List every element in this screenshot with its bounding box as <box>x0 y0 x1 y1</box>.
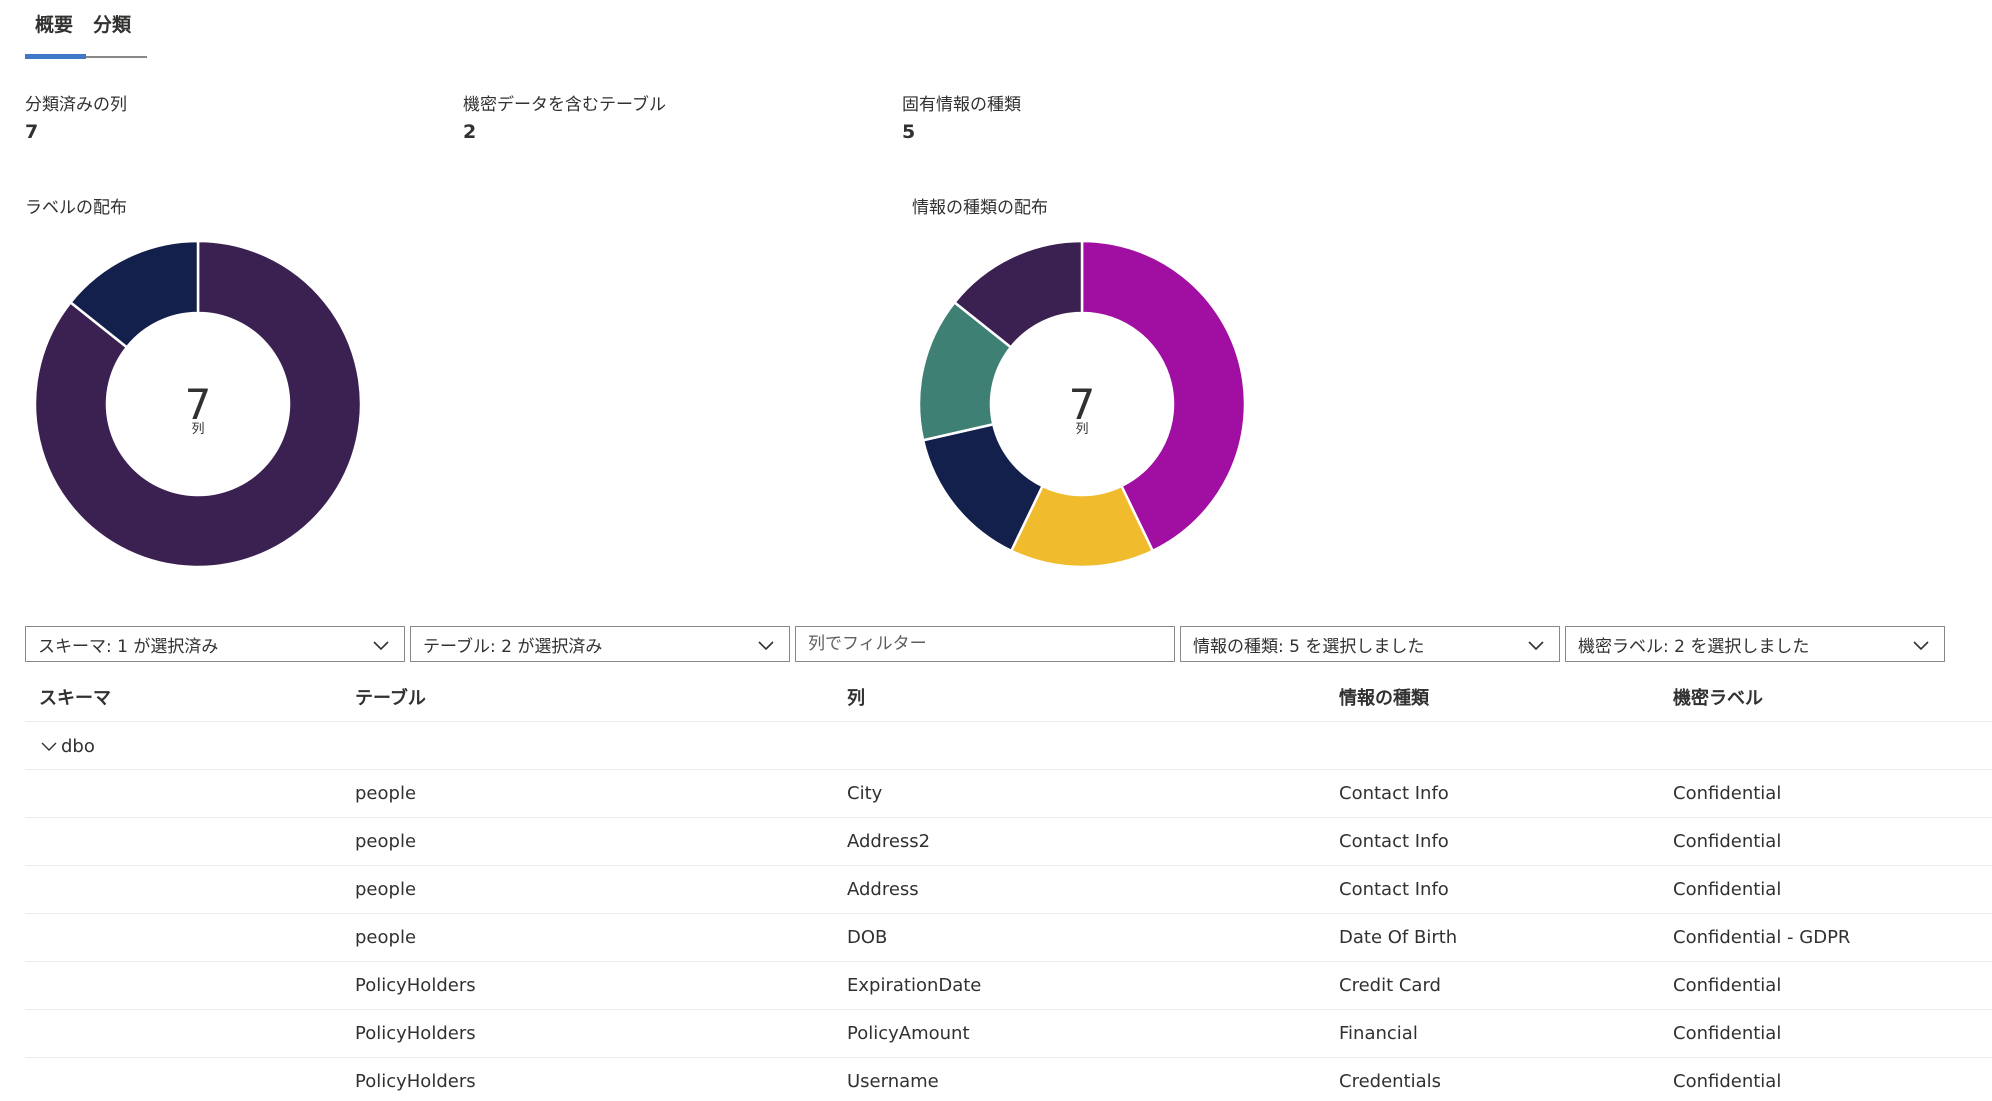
cell-sensitivity-label: Confidential <box>1673 783 1782 804</box>
metric-value: 2 <box>463 121 477 143</box>
table-row[interactable]: people City Contact Info Confidential <box>25 770 1992 818</box>
tab-active-indicator <box>25 54 86 59</box>
cell-table: PolicyHolders <box>355 1071 476 1092</box>
label-distribution-title: ラベルの配布 <box>25 198 127 218</box>
cell-info-type: Credit Card <box>1339 975 1441 996</box>
cell-info-type: Contact Info <box>1339 783 1449 804</box>
cell-info-type: Contact Info <box>1339 879 1449 900</box>
cell-info-type: Financial <box>1339 1023 1418 1044</box>
cell-sensitivity-label: Confidential <box>1673 1023 1782 1044</box>
group-toggle-dbo[interactable]: dbo <box>41 736 95 757</box>
info-type-filter-dropdown[interactable]: 情報の種類: 5 を選択しました <box>1180 626 1560 662</box>
cell-sensitivity-label: Confidential <box>1673 975 1782 996</box>
donut-center-unit: 列 <box>1075 422 1088 437</box>
schema-filter-dropdown[interactable]: スキーマ: 1 が選択済み <box>25 626 405 662</box>
schema-filter-value: スキーマ: 1 が選択済み <box>38 636 219 657</box>
column-header-column[interactable]: 列 <box>847 684 865 710</box>
label-distribution-donut: 7 列 <box>33 239 363 569</box>
cell-sensitivity-label: Confidential - GDPR <box>1673 927 1851 948</box>
column-header-info-type[interactable]: 情報の種類 <box>1339 684 1429 710</box>
tab-overview[interactable]: 概要 <box>25 0 83 60</box>
chevron-down-icon <box>1913 641 1929 651</box>
table-header: スキーマ テーブル 列 情報の種類 機密ラベル <box>25 674 1992 722</box>
cell-sensitivity-label: Confidential <box>1673 1071 1782 1092</box>
table-body: people City Contact Info Confidential people… <box>25 770 1992 1101</box>
chevron-down-icon <box>373 641 389 651</box>
group-row-dbo: dbo <box>25 722 1992 770</box>
metric-label: 分類済みの列 <box>25 95 127 115</box>
tab-bar: 概要 分類 <box>25 0 141 60</box>
table-filter-value: テーブル: 2 が選択済み <box>423 636 603 657</box>
table-row[interactable]: PolicyHolders Username Credentials Confiden… <box>25 1058 1992 1101</box>
column-header-sensitivity-label[interactable]: 機密ラベル <box>1673 684 1763 710</box>
column-filter-input[interactable] <box>795 626 1175 662</box>
chevron-down-icon <box>758 641 774 651</box>
table-filter-dropdown[interactable]: テーブル: 2 が選択済み <box>410 626 790 662</box>
cell-column: Address <box>847 879 919 900</box>
group-label: dbo <box>61 736 95 757</box>
cell-info-type: Date Of Birth <box>1339 927 1458 948</box>
info-type-distribution-donut: 7 列 <box>917 239 1247 569</box>
metric-label: 固有情報の種類 <box>902 95 1021 115</box>
metric-sensitive-tables: 機密データを含むテーブル 2 <box>463 90 666 143</box>
cell-column: PolicyAmount <box>847 1023 970 1044</box>
cell-column: DOB <box>847 927 888 948</box>
cell-sensitivity-label: Confidential <box>1673 879 1782 900</box>
cell-info-type: Contact Info <box>1339 831 1449 852</box>
column-header-schema[interactable]: スキーマ <box>39 684 111 710</box>
info-type-filter-value: 情報の種類: 5 を選択しました <box>1193 636 1425 657</box>
cell-column: Address2 <box>847 831 931 852</box>
info-type-distribution-title: 情報の種類の配布 <box>912 198 1048 218</box>
metric-value: 5 <box>902 121 916 143</box>
table-row[interactable]: PolicyHolders PolicyAmount Financial Confid… <box>25 1010 1992 1058</box>
cell-table: people <box>355 879 417 900</box>
tab-classification[interactable]: 分類 <box>83 0 141 60</box>
donut-center-unit: 列 <box>191 422 204 437</box>
cell-column: Username <box>847 1071 939 1092</box>
cell-table: people <box>355 927 417 948</box>
metric-unique-info-types: 固有情報の種類 5 <box>902 90 1021 143</box>
cell-column: City <box>847 783 883 804</box>
cell-table: PolicyHolders <box>355 975 476 996</box>
cell-sensitivity-label: Confidential <box>1673 831 1782 852</box>
cell-table: people <box>355 783 417 804</box>
column-header-table[interactable]: テーブル <box>355 684 426 710</box>
table-row[interactable]: people DOB Date Of Birth Confidential - GDP… <box>25 914 1992 962</box>
metric-value: 7 <box>25 121 39 143</box>
cell-table: people <box>355 831 417 852</box>
cell-column: ExpirationDate <box>847 975 982 996</box>
chevron-down-icon <box>1528 641 1544 651</box>
table-row[interactable]: people Address2 Contact Info Confidential <box>25 818 1992 866</box>
table-row[interactable]: people Address Contact Info Confidential <box>25 866 1992 914</box>
cell-table: PolicyHolders <box>355 1023 476 1044</box>
sensitivity-label-filter-value: 機密ラベル: 2 を選択しました <box>1578 636 1810 657</box>
table-row[interactable]: PolicyHolders ExpirationDate Credit Card Co… <box>25 962 1992 1010</box>
sensitivity-label-filter-dropdown[interactable]: 機密ラベル: 2 を選択しました <box>1565 626 1945 662</box>
metric-label: 機密データを含むテーブル <box>463 95 666 115</box>
metric-classified-columns: 分類済みの列 7 <box>25 90 127 143</box>
classification-table: スキーマ テーブル 列 情報の種類 機密ラベル dbo people City Co… <box>25 674 1992 1101</box>
chevron-down-icon <box>41 742 57 751</box>
cell-info-type: Credentials <box>1339 1071 1442 1092</box>
